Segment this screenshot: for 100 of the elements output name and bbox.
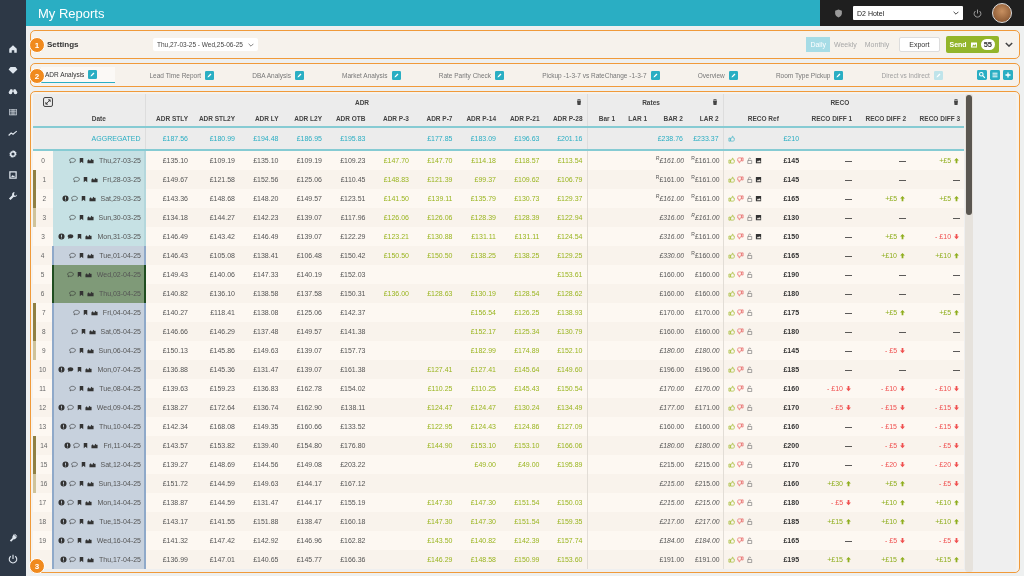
image-icon[interactable] (754, 214, 762, 221)
unlock-icon[interactable] (745, 290, 753, 297)
unlock-icon[interactable] (745, 480, 753, 487)
power-icon[interactable] (973, 8, 982, 18)
thumbs-up-icon[interactable] (727, 135, 735, 142)
thumbs-up-icon[interactable] (727, 195, 735, 202)
thumbs-up-icon[interactable] (727, 461, 735, 468)
area-chart-icon[interactable] (86, 556, 94, 563)
thumbs-up-icon[interactable] (727, 176, 735, 183)
shield-icon[interactable] (834, 8, 843, 18)
alert-icon[interactable] (61, 195, 69, 202)
thumbs-up-icon[interactable] (727, 518, 735, 525)
unlock-icon[interactable] (745, 518, 753, 525)
area-chart-icon[interactable] (88, 195, 96, 202)
alert-icon[interactable] (64, 442, 72, 449)
search-icon[interactable] (977, 70, 987, 80)
thumbs-up-icon[interactable] (727, 214, 735, 221)
image-icon[interactable] (754, 233, 762, 240)
area-chart-icon[interactable] (86, 157, 94, 164)
unlock-icon[interactable] (745, 499, 753, 506)
expand-icon[interactable] (43, 97, 53, 107)
scrollbar[interactable] (965, 94, 974, 572)
thumbs-up-icon[interactable] (727, 556, 735, 563)
bookmark-icon[interactable] (76, 499, 84, 506)
bookmark-icon[interactable] (75, 404, 83, 411)
bookmark-icon[interactable] (77, 347, 85, 354)
area-chart-icon[interactable] (85, 233, 93, 240)
thumbs-down-icon[interactable] (736, 537, 744, 544)
thumbs-down-icon[interactable] (736, 347, 744, 354)
area-chart-icon[interactable] (86, 347, 94, 354)
bookmark-icon[interactable] (79, 461, 87, 468)
bookmark-icon[interactable] (77, 157, 85, 164)
frame-icon[interactable] (8, 170, 18, 180)
thumbs-down-icon[interactable] (736, 233, 744, 240)
add-icon[interactable] (1003, 70, 1013, 80)
bookmark-icon[interactable] (77, 290, 85, 297)
comment-icon[interactable] (67, 233, 75, 240)
chevron-icon[interactable] (1005, 42, 1013, 47)
thumbs-down-icon[interactable] (736, 366, 744, 373)
area-chart-icon[interactable] (88, 328, 96, 335)
bookmark-icon[interactable] (79, 328, 87, 335)
delete-icon[interactable] (710, 98, 719, 106)
thumbs-up-icon[interactable] (727, 385, 735, 392)
unlock-icon[interactable] (745, 347, 753, 354)
area-chart-icon[interactable] (84, 537, 92, 544)
unlock-icon[interactable] (745, 271, 753, 278)
thumbs-up-icon[interactable] (727, 290, 735, 297)
alert-icon[interactable] (58, 499, 66, 506)
delete-icon[interactable] (574, 98, 583, 106)
bookmark-icon[interactable] (78, 252, 86, 259)
image-icon[interactable] (754, 176, 762, 183)
alert-icon[interactable] (59, 480, 67, 487)
diamond-icon[interactable] (8, 65, 18, 75)
area-chart-icon[interactable] (90, 176, 98, 183)
bookmark-icon[interactable] (77, 423, 85, 430)
alert-icon[interactable] (58, 366, 66, 373)
thumbs-down-icon[interactable] (736, 480, 744, 487)
area-chart-icon[interactable] (85, 366, 93, 373)
thumbs-up-icon[interactable] (727, 347, 735, 354)
thumbs-down-icon[interactable] (736, 271, 744, 278)
alert-icon[interactable] (57, 404, 65, 411)
alert-icon[interactable] (61, 461, 69, 468)
wrench-icon[interactable] (8, 191, 18, 201)
unlock-icon[interactable] (745, 442, 753, 449)
thumbs-down-icon[interactable] (736, 214, 744, 221)
comment-icon[interactable] (67, 366, 75, 373)
thumbs-down-icon[interactable] (736, 252, 744, 259)
thumbs-down-icon[interactable] (736, 309, 744, 316)
area-chart-icon[interactable] (86, 290, 94, 297)
thumbs-down-icon[interactable] (736, 157, 744, 164)
bookmark-icon[interactable] (81, 176, 89, 183)
bookmark-icon[interactable] (75, 271, 83, 278)
list-icon[interactable] (990, 70, 1000, 80)
alert-icon[interactable] (60, 518, 68, 525)
bookmark-icon[interactable] (77, 214, 85, 221)
alert-icon[interactable] (59, 556, 67, 563)
thumbs-down-icon[interactable] (736, 385, 744, 392)
area-chart-icon[interactable] (86, 214, 94, 221)
area-chart-icon[interactable] (86, 480, 94, 487)
unlock-icon[interactable] (745, 385, 753, 392)
unlock-icon[interactable] (745, 461, 753, 468)
unlock-icon[interactable] (745, 556, 753, 563)
thumbs-up-icon[interactable] (727, 442, 735, 449)
thumbs-down-icon[interactable] (736, 442, 744, 449)
trend-icon[interactable] (8, 128, 18, 138)
thumbs-up-icon[interactable] (727, 366, 735, 373)
avatar[interactable] (992, 3, 1012, 23)
alert-icon[interactable] (58, 233, 66, 240)
thumbs-up-icon[interactable] (727, 252, 735, 259)
home-icon[interactable] (8, 44, 18, 54)
thumbs-down-icon[interactable] (736, 404, 744, 411)
thumbs-up-icon[interactable] (727, 423, 735, 430)
unlock-icon[interactable] (745, 366, 753, 373)
image-icon[interactable] (754, 195, 762, 202)
thumbs-down-icon[interactable] (736, 499, 744, 506)
unlock-icon[interactable] (745, 309, 753, 316)
area-chart-icon[interactable] (91, 442, 99, 449)
bookmark-icon[interactable] (78, 518, 86, 525)
alert-icon[interactable] (57, 537, 65, 544)
thumbs-down-icon[interactable] (736, 290, 744, 297)
